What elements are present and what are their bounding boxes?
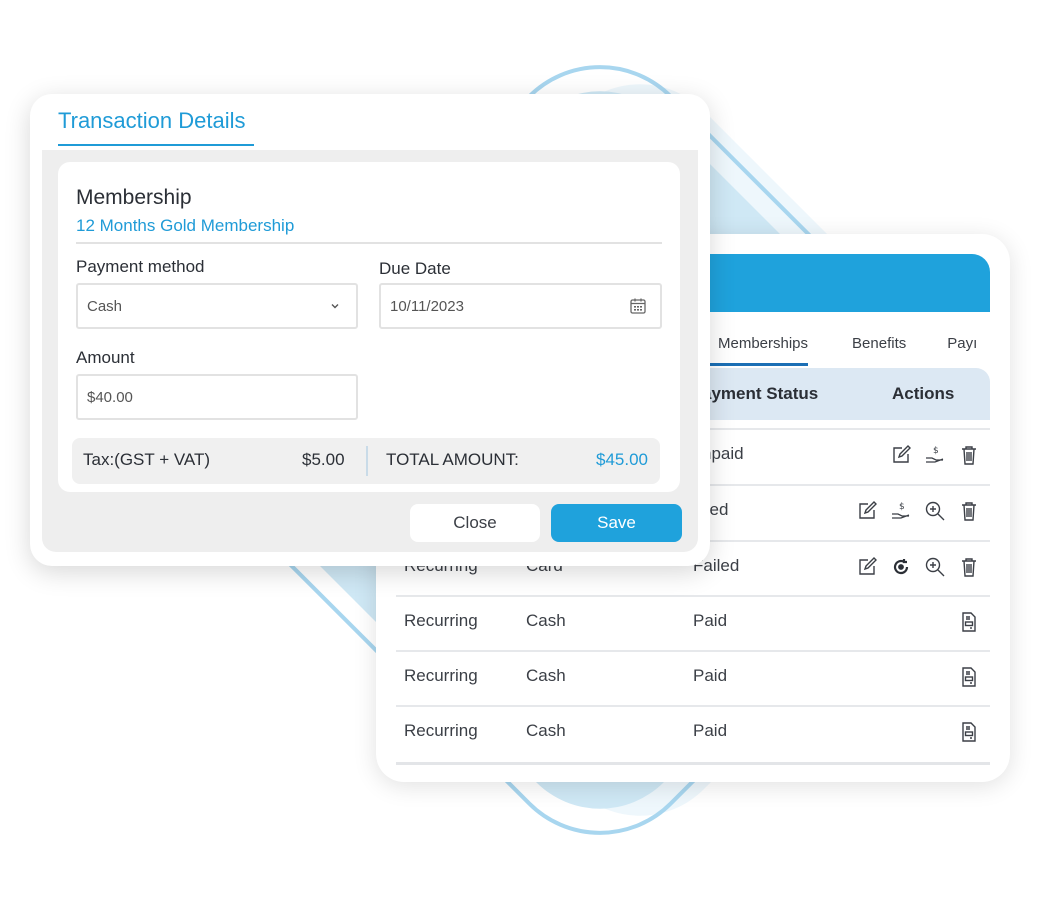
invoice-icon[interactable] — [958, 666, 980, 688]
svg-text:$: $ — [899, 502, 905, 512]
membership-card: Membership 12 Months Gold Membership Pay… — [58, 162, 680, 492]
column-header-actions: Actions — [892, 384, 955, 403]
method-cell: Cash — [526, 666, 566, 685]
calendar-icon[interactable] — [628, 296, 648, 316]
delete-icon[interactable] — [958, 500, 980, 522]
chevron-down-icon — [331, 304, 339, 309]
title-underline — [58, 144, 254, 146]
tax-value: $5.00 — [302, 450, 345, 469]
svg-text:$: $ — [933, 446, 939, 456]
due-date-label: Due Date — [379, 259, 451, 278]
type-cell: Recurring — [404, 666, 478, 685]
tab-payments[interactable]: Payı — [947, 320, 977, 366]
modal-title: Transaction Details — [58, 108, 246, 133]
payment-status-cell: Paid — [693, 611, 728, 630]
table-row: Recurring Cash Paid — [396, 705, 990, 761]
payment-status-cell: Paid — [693, 666, 728, 685]
section-divider — [76, 242, 662, 244]
edit-icon[interactable] — [856, 556, 878, 578]
total-label: TOTAL AMOUNT: — [386, 450, 519, 469]
pay-icon[interactable]: $ — [890, 500, 912, 522]
transaction-details-modal: Transaction Details Membership 12 Months… — [30, 94, 710, 566]
invoice-icon[interactable] — [958, 721, 980, 743]
table-row: Recurring Cash Paid — [396, 595, 990, 651]
delete-icon[interactable] — [958, 444, 980, 466]
amount-label: Amount — [76, 348, 135, 367]
zoom-in-icon[interactable] — [924, 556, 946, 578]
method-cell: Cash — [526, 721, 566, 740]
delete-icon[interactable] — [958, 556, 980, 578]
table-bottom-divider — [396, 762, 990, 765]
total-value: $45.00 — [596, 450, 648, 469]
close-button[interactable]: Close — [410, 504, 540, 542]
membership-name: 12 Months Gold Membership — [76, 216, 295, 235]
type-cell: Recurring — [404, 721, 478, 740]
totals-divider — [366, 446, 368, 476]
due-date-input[interactable]: 10/11/2023 — [379, 283, 662, 329]
totals-bar: Tax:(GST + VAT) $5.00 TOTAL AMOUNT: $45.… — [72, 438, 660, 484]
tab-benefits[interactable]: Benefits — [852, 320, 906, 366]
edit-icon[interactable] — [890, 444, 912, 466]
tab-memberships[interactable]: Memberships — [697, 320, 809, 366]
modal-body: Membership 12 Months Gold Membership Pay… — [42, 150, 698, 552]
method-cell: Cash — [526, 611, 566, 630]
type-cell: Recurring — [404, 611, 478, 630]
amount-input[interactable]: $40.00 — [76, 374, 358, 420]
save-button[interactable]: Save — [551, 504, 682, 542]
column-header-payment-status: ayment Status — [702, 384, 819, 403]
pay-icon[interactable]: $ — [924, 444, 946, 466]
invoice-icon[interactable] — [958, 611, 980, 633]
section-title: Membership — [76, 186, 192, 209]
edit-icon[interactable] — [856, 500, 878, 522]
payment-method-select[interactable]: Cash — [76, 283, 358, 329]
retry-icon[interactable] — [890, 556, 912, 578]
zoom-in-icon[interactable] — [924, 500, 946, 522]
tax-label: Tax:(GST + VAT) — [83, 450, 211, 469]
payment-status-cell: Paid — [693, 721, 728, 740]
payment-method-label: Payment method — [76, 257, 205, 276]
table-row: Recurring Cash Paid — [396, 650, 990, 706]
